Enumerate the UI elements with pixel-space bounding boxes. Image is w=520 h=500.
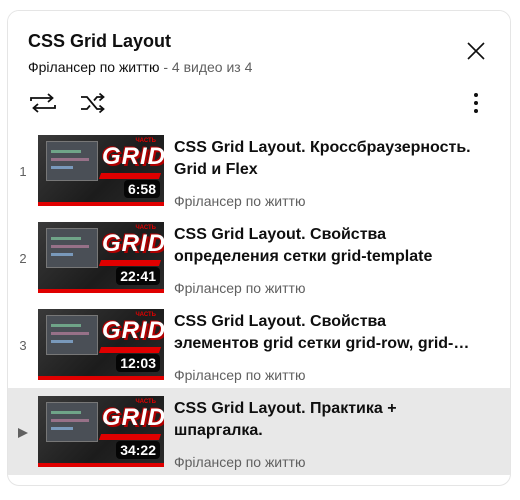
video-channel[interactable]: Фрілансер по життю <box>174 193 305 209</box>
playlist-items: 1 ЧАСТЬ GRID 6:58 CSS Grid Layout. Кросс… <box>8 127 510 475</box>
video-thumbnail[interactable]: ЧАСТЬ GRID 22:41 <box>38 222 164 293</box>
more-vert-icon <box>474 93 478 113</box>
close-button[interactable] <box>464 39 488 63</box>
video-duration: 34:22 <box>116 441 160 459</box>
shuffle-playlist-button[interactable] <box>78 89 108 117</box>
video-duration: 12:03 <box>116 354 160 372</box>
thumbnail-grid-text: GRID <box>102 143 164 170</box>
video-duration: 22:41 <box>116 267 160 285</box>
loop-playlist-button[interactable] <box>28 89 58 117</box>
thumbnail-stripe <box>98 347 162 353</box>
thumbnail-stripe <box>98 173 162 179</box>
more-actions-button[interactable] <box>464 91 488 115</box>
playlist-item-current[interactable]: ЧАСТЬ GRID 34:22 CSS Grid Layout. Практи… <box>8 388 510 475</box>
thumbnail-grid-text: GRID <box>102 317 164 344</box>
shuffle-icon <box>81 92 105 114</box>
playlist-panel: CSS Grid Layout Фрілансер по життю - 4 в… <box>7 10 511 486</box>
thumbnail-screen-graphic <box>46 141 98 181</box>
thumbnail-stripe <box>98 260 162 266</box>
item-index: 2 <box>19 251 27 266</box>
video-channel[interactable]: Фрілансер по життю <box>174 280 305 296</box>
video-duration: 6:58 <box>123 180 160 198</box>
loop-icon <box>30 93 56 113</box>
video-thumbnail[interactable]: ЧАСТЬ GRID 6:58 <box>38 135 164 206</box>
playlist-item[interactable]: 2 ЧАСТЬ GRID 22:41 CSS Grid Layout. Свой… <box>8 214 510 301</box>
playlist-item[interactable]: 3 ЧАСТЬ GRID 12:03 CSS Grid Layout. Свой… <box>8 301 510 388</box>
playlist-item[interactable]: 1 ЧАСТЬ GRID 6:58 CSS Grid Layout. Кросс… <box>8 127 510 214</box>
video-channel[interactable]: Фрілансер по життю <box>174 367 305 383</box>
playlist-channel-link[interactable]: Фрілансер по життю <box>28 59 159 75</box>
video-title[interactable]: CSS Grid Layout. Практика + шпаргалка. <box>174 398 474 442</box>
playlist-count: 4 видео из 4 <box>171 59 253 75</box>
close-icon <box>467 42 485 60</box>
video-thumbnail[interactable]: ЧАСТЬ GRID 12:03 <box>38 309 164 380</box>
play-triangle-icon <box>18 428 28 438</box>
video-title[interactable]: CSS Grid Layout. Свойства элементов grid… <box>174 311 474 355</box>
video-thumbnail[interactable]: ЧАСТЬ GRID 34:22 <box>38 396 164 467</box>
video-title[interactable]: CSS Grid Layout. Кроссбраузерность. Grid… <box>174 137 474 181</box>
item-index: 1 <box>19 164 27 179</box>
item-index: 3 <box>19 338 27 353</box>
thumbnail-grid-text: GRID <box>102 404 164 431</box>
video-channel[interactable]: Фрілансер по життю <box>174 454 305 470</box>
subtitle-separator: - <box>159 59 172 75</box>
playlist-header: CSS Grid Layout Фрілансер по життю - 4 в… <box>8 11 510 127</box>
thumbnail-screen-graphic <box>46 228 98 268</box>
thumbnail-grid-text: GRID <box>102 230 164 257</box>
playlist-title[interactable]: CSS Grid Layout <box>28 31 171 52</box>
thumbnail-screen-graphic <box>46 315 98 355</box>
thumbnail-stripe <box>98 434 162 440</box>
playlist-subtitle: Фрілансер по життю - 4 видео из 4 <box>28 59 252 75</box>
thumbnail-screen-graphic <box>46 402 98 442</box>
video-title[interactable]: CSS Grid Layout. Свойства определения се… <box>174 224 474 268</box>
